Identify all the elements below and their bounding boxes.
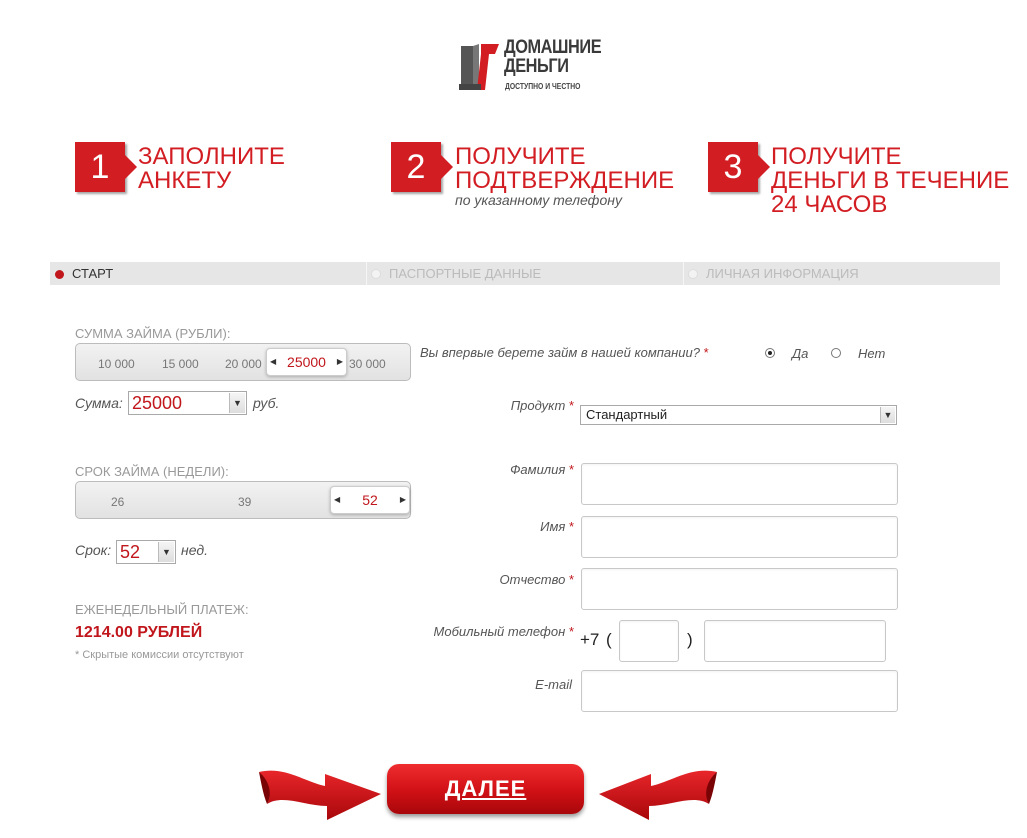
slider-tick: 26 xyxy=(111,495,125,509)
brand-name: ДОМАШНИЕ ДЕНЬГИ xyxy=(504,37,602,77)
right-arrow-icon: ▶ xyxy=(336,357,343,366)
progress-step-personal: ЛИЧНАЯ ИНФОРМАЦИЯ xyxy=(688,262,859,285)
loan-amount-label: СУММА ЗАЙМА (РУБЛИ): xyxy=(75,326,231,341)
term-select[interactable]: 52 ▼ xyxy=(116,540,176,564)
next-button[interactable]: ДАЛЕЕ xyxy=(387,764,584,814)
amount-field-label: Сумма: xyxy=(75,395,123,411)
step-2-title: ПОЛУЧИТЕ ПОДТВЕРЖДЕНИЕ xyxy=(455,143,675,194)
loan-term-slider[interactable]: 26 39 ◀ 52 ▶ xyxy=(75,481,411,519)
last-name-label: Фамилия * xyxy=(510,462,574,477)
product-select[interactable]: Стандартный ▼ xyxy=(580,405,897,425)
patronymic-label: Отчество * xyxy=(499,572,575,587)
chevron-down-icon: ▼ xyxy=(880,407,895,423)
first-name-input[interactable] xyxy=(581,516,898,558)
product-label: Продукт * xyxy=(510,398,574,413)
step-3-number: 3 xyxy=(708,142,770,192)
first-name-label: Имя * xyxy=(540,519,574,534)
progress-divider xyxy=(366,262,367,285)
chevron-down-icon: ▼ xyxy=(158,542,174,562)
phone-label: Мобильный телефон * xyxy=(433,624,574,639)
first-time-no-label: Нет xyxy=(858,346,886,361)
phone-number-input[interactable] xyxy=(704,620,886,662)
last-name-input[interactable] xyxy=(581,463,898,505)
brand-tagline: ДОСТУПНО И ЧЕСТНО xyxy=(505,82,581,91)
term-unit: нед. xyxy=(181,542,208,558)
right-ribbon-arrow-icon xyxy=(599,770,717,820)
first-time-yes-label: Да xyxy=(792,346,809,361)
slider-tick: 20 000 xyxy=(225,357,262,371)
progress-bar: СТАРТ ПАСПОРТНЫЕ ДАННЫЕ ЛИЧНАЯ ИНФОРМАЦИ… xyxy=(50,262,1000,285)
slider-tick: 10 000 xyxy=(98,357,135,371)
progress-dot-icon xyxy=(55,270,64,279)
patronymic-input[interactable] xyxy=(581,568,898,610)
radio-empty-icon[interactable] xyxy=(831,348,841,358)
email-input[interactable] xyxy=(581,670,898,712)
progress-divider xyxy=(683,262,684,285)
weekly-payment-amount: 1214.00 РУБЛЕЙ xyxy=(75,624,203,641)
progress-dot-icon xyxy=(371,269,381,279)
slider-tick: 30 000 xyxy=(349,357,386,371)
step-2-number: 2 xyxy=(391,142,453,192)
loan-term-label: СРОК ЗАЙМА (НЕДЕЛИ): xyxy=(75,464,229,479)
step-1-number: 1 xyxy=(75,142,137,192)
amount-select[interactable]: 25000 ▼ xyxy=(128,391,247,415)
left-ribbon-arrow-icon xyxy=(259,770,381,820)
phone-area-code-input[interactable] xyxy=(619,620,679,662)
progress-step-start: СТАРТ xyxy=(55,262,113,285)
step-2-subtitle: по указанному телефону xyxy=(455,192,622,208)
radio-selected-icon[interactable] xyxy=(765,348,775,358)
amount-unit: руб. xyxy=(253,395,280,411)
phone-close-paren: ) xyxy=(687,630,693,649)
progress-dot-icon xyxy=(688,269,698,279)
left-arrow-icon: ◀ xyxy=(270,357,277,366)
loan-amount-slider-handle[interactable]: ◀ 25000 ▶ xyxy=(266,348,347,376)
left-arrow-icon: ◀ xyxy=(334,495,341,504)
right-arrow-icon: ▶ xyxy=(399,495,406,504)
weekly-payment-label: ЕЖЕНЕДЕЛЬНЫЙ ПЛАТЕЖ: xyxy=(75,602,249,617)
step-1-title: ЗАПОЛНИТЕ АНКЕТУ xyxy=(138,143,285,194)
no-hidden-fees-note: * Скрытые комиссии отсутствуют xyxy=(75,649,244,661)
slider-tick: 15 000 xyxy=(162,357,199,371)
first-time-question: Вы впервые берете займ в нашей компании?… xyxy=(420,345,709,360)
step-3-title: ПОЛУЧИТЕ ДЕНЬГИ В ТЕЧЕНИЕ 24 ЧАСОВ xyxy=(771,143,1010,218)
logo-mark-icon xyxy=(459,44,499,90)
progress-step-passport: ПАСПОРТНЫЕ ДАННЫЕ xyxy=(371,262,541,285)
phone-country-code: +7 xyxy=(580,630,600,649)
loan-term-slider-handle[interactable]: ◀ 52 ▶ xyxy=(330,486,410,514)
loan-amount-slider[interactable]: 10 000 15 000 20 000 30 000 ◀ 25000 ▶ xyxy=(75,343,411,381)
term-field-label: Срок: xyxy=(75,542,112,558)
slider-tick: 39 xyxy=(238,495,252,509)
chevron-down-icon: ▼ xyxy=(229,393,245,413)
phone-open-paren: ( xyxy=(606,630,612,649)
email-label: E-mail xyxy=(535,677,572,692)
